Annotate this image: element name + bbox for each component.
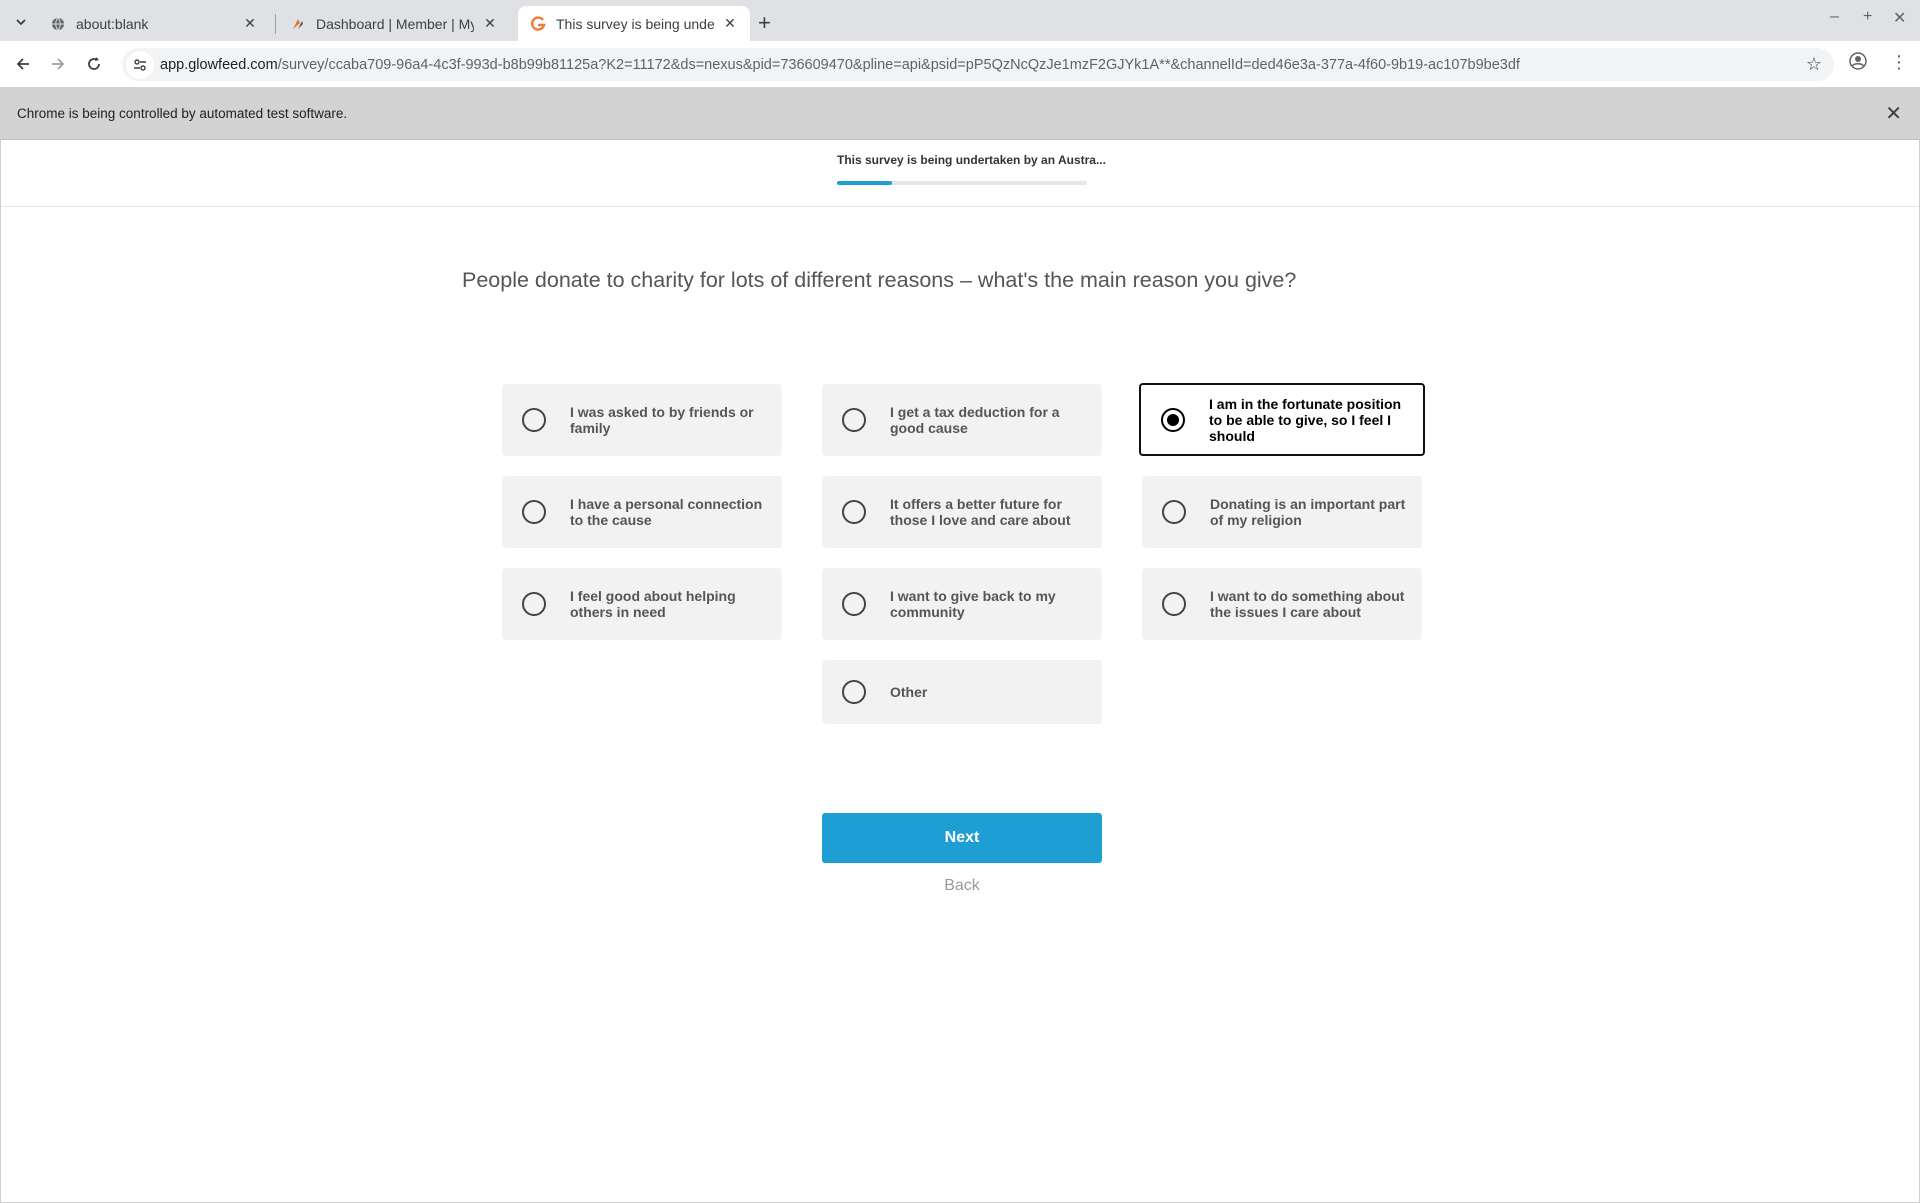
option-label: I get a tax deduction for a good cause <box>890 404 1060 436</box>
option-label: I want to give back to my community <box>890 588 1056 620</box>
option-fortunate-position[interactable]: I am in the fortunate position to be abl… <box>1139 383 1425 456</box>
radio-button[interactable] <box>842 500 866 524</box>
more-menu-icon[interactable]: ⋮ <box>1890 52 1908 73</box>
option-other[interactable]: Other <box>822 660 1102 724</box>
radio-button[interactable] <box>522 592 546 616</box>
reload-icon[interactable] <box>81 51 107 77</box>
chevron-down-icon <box>16 19 26 26</box>
tab-divider <box>275 14 276 34</box>
option-label: I have a personal connection to the caus… <box>570 496 763 528</box>
option-label: Other <box>890 684 928 700</box>
close-window-icon[interactable]: ✕ <box>1893 8 1906 28</box>
option-label: It offers a better future for those I lo… <box>890 496 1071 528</box>
radio-button[interactable] <box>522 500 546 524</box>
option-helping-others[interactable]: I feel good about helping others in need <box>502 568 782 640</box>
close-tab-icon[interactable]: ✕ <box>242 15 258 32</box>
glowfeed-favicon <box>530 15 546 32</box>
tab-label: Dashboard | Member | MyOpinions <box>316 15 474 32</box>
option-tax-deduction[interactable]: I get a tax deduction for a good cause <box>822 384 1102 456</box>
progress-fill <box>837 181 892 185</box>
tab-survey[interactable]: This survey is being undertaken by an Au… <box>518 6 750 41</box>
radio-button[interactable] <box>1161 407 1185 432</box>
tab-about-blank[interactable]: about:blank ✕ <box>38 6 270 41</box>
option-friends-family[interactable]: I was asked to by friends or family <box>502 384 782 456</box>
back-arrow-icon[interactable] <box>10 51 36 77</box>
radio-button[interactable] <box>1162 500 1186 524</box>
close-icon[interactable]: ✕ <box>1885 101 1902 126</box>
tab-label: This survey is being undertaken by an Au… <box>556 15 714 32</box>
tab-label: about:blank <box>76 15 149 32</box>
option-label: I feel good about helping others in need <box>570 588 736 620</box>
radio-button[interactable] <box>842 592 866 616</box>
globe-icon <box>50 16 66 32</box>
site-info-icon[interactable] <box>126 50 154 79</box>
option-personal-connection[interactable]: I have a personal connection to the caus… <box>502 476 782 548</box>
next-button[interactable]: Next <box>822 813 1102 863</box>
survey-title: This survey is being undertaken by an Au… <box>837 153 1106 167</box>
option-give-back-community[interactable]: I want to give back to my community <box>822 568 1102 640</box>
radio-button[interactable] <box>842 408 866 432</box>
option-label: Donating is an important part of my reli… <box>1210 496 1406 528</box>
minimize-icon[interactable]: – <box>1830 8 1839 26</box>
url-text: app.glowfeed.com/survey/ccaba709-96a4-4c… <box>160 57 1520 73</box>
survey-page: This survey is being undertaken by an Au… <box>0 140 1920 1203</box>
option-label: I am in the fortunate position to be abl… <box>1209 395 1402 444</box>
survey-header: This survey is being undertaken by an Au… <box>1 140 1919 207</box>
profile-icon[interactable] <box>1849 52 1867 75</box>
infobar-message: Chrome is being controlled by automated … <box>17 106 348 121</box>
progress-bar <box>837 181 1087 185</box>
automation-infobar: Chrome is being controlled by automated … <box>0 87 1920 140</box>
url-path: /survey/ccaba709-96a4-4c3f-993d-b8b99b81… <box>277 56 1520 73</box>
myopinions-favicon <box>290 16 306 32</box>
tab-search-button[interactable] <box>10 11 32 33</box>
close-tab-icon[interactable]: ✕ <box>722 15 738 32</box>
tab-dashboard[interactable]: Dashboard | Member | MyOpinions ✕ <box>278 6 510 41</box>
tab-strip: about:blank ✕ Dashboard | Member | MyOpi… <box>0 0 1920 41</box>
new-tab-icon[interactable]: + <box>758 10 771 36</box>
option-label: I was asked to by friends or family <box>570 404 754 436</box>
maximize-icon[interactable]: + <box>1863 8 1872 26</box>
radio-button[interactable] <box>842 680 866 704</box>
back-button[interactable]: Back <box>822 877 1102 895</box>
address-bar[interactable]: app.glowfeed.com/survey/ccaba709-96a4-4c… <box>122 48 1834 81</box>
option-issues-care-about[interactable]: I want to do something about the issues … <box>1142 568 1422 640</box>
option-religion[interactable]: Donating is an important part of my reli… <box>1142 476 1422 548</box>
close-tab-icon[interactable]: ✕ <box>482 15 498 32</box>
option-label: I want to do something about the issues … <box>1210 588 1405 620</box>
question-text: People donate to charity for lots of dif… <box>462 268 1297 292</box>
forward-arrow-icon[interactable] <box>45 51 71 77</box>
bookmark-star-icon[interactable]: ☆ <box>1806 54 1822 75</box>
radio-button[interactable] <box>1162 592 1186 616</box>
browser-toolbar: app.glowfeed.com/survey/ccaba709-96a4-4c… <box>0 41 1920 87</box>
url-host: app.glowfeed.com <box>160 56 278 73</box>
radio-button[interactable] <box>522 408 546 432</box>
radio-dot <box>1167 413 1179 426</box>
option-better-future[interactable]: It offers a better future for those I lo… <box>822 476 1102 548</box>
